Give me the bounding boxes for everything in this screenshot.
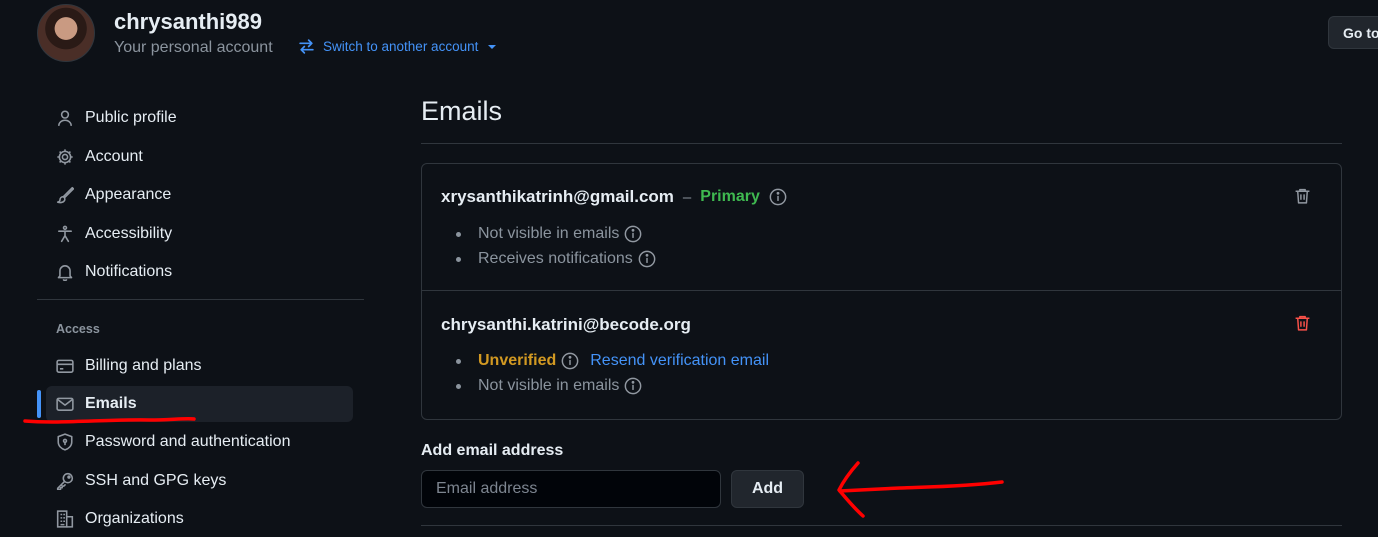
bullet [456,383,461,389]
info-icon[interactable] [624,377,642,395]
annotation-arrow [838,480,1004,493]
add-email-label: Add email address [421,442,564,459]
delete-email-button[interactable] [1294,187,1311,205]
info-icon[interactable] [624,225,642,243]
annotation-arrowhead [837,461,865,518]
sidebar-item-password-authentication[interactable]: Password and authentication [46,424,353,460]
person-icon [55,108,75,128]
unverified-badge: Unverified [478,352,557,369]
switch-account-button[interactable]: Switch to another account [298,38,497,55]
list-item: Not visible in emails [456,225,642,243]
sidebar-item-notifications[interactable]: Notifications [46,254,353,290]
caret-down-icon [488,44,497,49]
primary-badge: Primary [700,188,760,205]
sidebar-item-ssh-gpg-keys[interactable]: SSH and GPG keys [46,463,353,499]
sidebar-item-account[interactable]: Account [46,139,353,175]
email-row-divider [422,290,1341,291]
sidebar-item-label: Billing and plans [85,357,202,374]
email-address: chrysanthi.katrini@becode.org [441,315,691,334]
page-title: Emails [421,96,503,126]
gear-icon [55,147,75,167]
bell-icon [55,262,75,282]
avatar[interactable] [37,4,95,62]
sidebar-item-label: Organizations [85,510,184,527]
sidebar-item-label: Appearance [85,186,172,203]
trash-icon [1294,314,1311,332]
sidebar-item-accessibility[interactable]: Accessibility [46,216,353,252]
email-detail: Not visible in emails [478,377,620,394]
active-indicator [37,390,41,418]
section-divider [421,525,1342,526]
sidebar-item-public-profile[interactable]: Public profile [46,100,353,136]
sidebar-item-organizations[interactable]: Organizations [46,501,353,537]
title-divider [421,143,1342,144]
list-item: Not visible in emails [456,377,642,395]
account-username: chrysanthi989 [114,9,262,34]
sidebar-item-billing[interactable]: Billing and plans [46,348,353,384]
separator: – [682,188,692,206]
info-icon[interactable] [769,188,787,206]
resend-verification-link[interactable]: Resend verification email [590,352,769,370]
sidebar-item-label: Emails [85,395,137,412]
list-item: Unverified Resend verification email [456,352,769,370]
bullet [456,358,461,364]
info-icon[interactable] [561,352,579,370]
list-item: Receives notifications [456,250,656,268]
switch-account-label: Switch to another account [323,39,479,54]
email-detail: Not visible in emails [478,225,620,242]
email-row-primary: xrysanthikatrinh@gmail.com – Primary [441,187,787,207]
sidebar-item-label: Password and authentication [85,433,291,450]
mail-icon [55,394,75,414]
trash-icon [1294,187,1311,205]
email-detail: Receives notifications [478,250,633,267]
sidebar-item-label: Public profile [85,109,177,126]
email-address: xrysanthikatrinh@gmail.com [441,187,674,206]
delete-email-button[interactable] [1294,314,1311,332]
sidebar-item-label: Accessibility [85,225,173,242]
organization-icon [55,509,75,529]
sidebar-section-access: Access [56,322,100,336]
sidebar-item-emails[interactable]: Emails [46,386,353,422]
add-email-button[interactable]: Add [731,470,804,508]
paintbrush-icon [55,185,75,205]
go-to-profile-button[interactable]: Go to [1328,16,1378,49]
bullet [456,256,461,262]
key-icon [55,471,75,491]
email-row-unverified: chrysanthi.katrini@becode.org [441,315,691,335]
shield-lock-icon [55,432,75,452]
arrow-switch-icon [298,38,315,55]
bullet [456,231,461,237]
sidebar-item-label: Account [85,148,143,165]
credit-card-icon [55,356,75,376]
sidebar-item-label: SSH and GPG keys [85,472,227,489]
email-address-input[interactable] [421,470,721,508]
account-subtitle: Your personal account [114,39,273,56]
sidebar-item-label: Notifications [85,263,173,280]
info-icon[interactable] [638,250,656,268]
sidebar-item-appearance[interactable]: Appearance [46,177,353,213]
accessibility-icon [55,224,75,244]
sidebar-divider [37,299,364,300]
